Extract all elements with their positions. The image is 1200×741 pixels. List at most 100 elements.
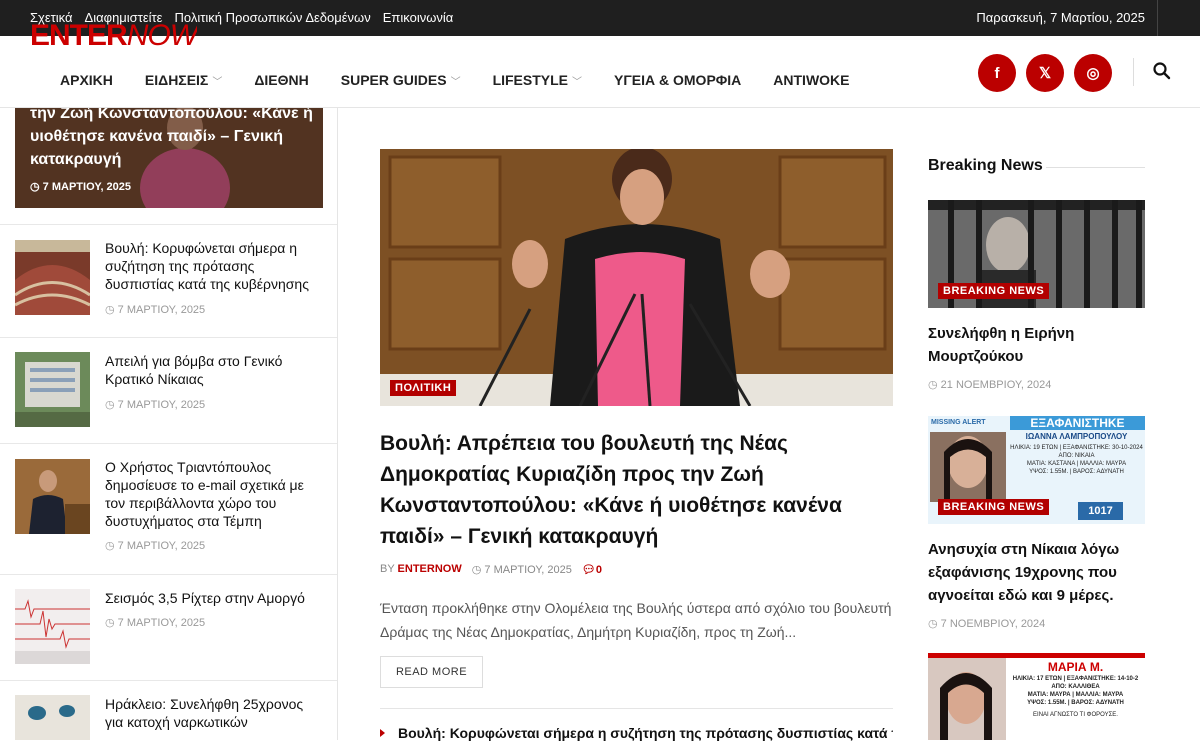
poster-header: ΕΞΑΦΑΝΙΣΤΗΚΕ [1010, 416, 1145, 430]
poster-name: ΜΑΡΙΑ Μ. [1047, 660, 1104, 674]
breaking-card-title[interactable]: Ανησυχία στη Νίκαια λόγω εξαφάνισης 19χρ… [928, 538, 1145, 607]
poster-detail-line: ΑΠΟ: ΚΑΛΛΙΘΕΑ [1051, 684, 1100, 690]
x-twitter-icon[interactable]: 𝕏 [1026, 54, 1064, 92]
breaking-tag[interactable]: BREAKING NEWS [938, 499, 1050, 515]
comments-link[interactable]: 💬︎0 [582, 563, 602, 576]
breaking-card[interactable]: ΜΑΡΙΑ Μ. ΗΛΙΚΙΑ: 17 ΕΤΩΝ | ΕΞΑΦΑΝΙΣΤΗΚΕ:… [928, 653, 1145, 740]
poster-detail-line: ΜΑΤΙΑ: ΚΑΣΤΑΝΑ | ΜΑΛΛΙΑ: ΜΑΥΡΑ [1026, 461, 1127, 467]
list-item-date: ◷ 7 ΜΑΡΤΙΟΥ, 2025 [105, 616, 205, 629]
author-link[interactable]: ENTERNOW [398, 563, 462, 575]
top-links: Σχετικά Διαφημιστείτε Πολιτική Προσωπικώ… [30, 10, 453, 25]
poster-details: ΗΛΙΚΙΑ: 19 ΕΤΩΝ | ΕΞΑΦΑΝΙΣΤΗΚΕ: 30-10-20… [1010, 444, 1143, 476]
breaking-tag[interactable]: BREAKING NEWS [938, 283, 1050, 299]
clock-icon: ◷ [928, 379, 938, 391]
poster-detail-line: ΥΨΟΣ: 1.55Μ. | ΒΑΡΟΣ: ΑΔΥΝΑΤΗ [1027, 700, 1124, 706]
top-link-advertise[interactable]: Διαφημιστείτε [85, 10, 163, 25]
category-tag[interactable]: ΠΟΛΙΤΙΚΗ [390, 380, 457, 396]
list-item-date: ◷ 7 ΜΑΡΤΙΟΥ, 2025 [105, 398, 205, 411]
list-item-title: Σεισμός 3,5 Ρίχτερ στην Αμοργό [105, 590, 305, 606]
top-link-about[interactable]: Σχετικά [30, 10, 73, 25]
hospital-thumbnail [15, 352, 90, 427]
list-item-date-text: 7 ΜΑΡΤΙΟΥ, 2025 [117, 617, 206, 629]
top-link-privacy[interactable]: Πολιτική Προσωπικών Δεδομένων [174, 10, 370, 25]
facebook-icon[interactable]: f [978, 54, 1016, 92]
nav-item-news[interactable]: ΕΙΔΗΣΕΙΣ ﹀ [145, 72, 222, 88]
divider [380, 708, 893, 709]
clock-icon: ◷ [928, 618, 938, 630]
list-item[interactable]: Σεισμός 3,5 Ρίχτερ στην Αμοργό ◷ 7 ΜΑΡΤΙ… [0, 574, 337, 680]
chevron-down-icon: ﹀ [450, 76, 461, 88]
list-item-date: ◷ 7 ΜΑΡΤΙΟΥ, 2025 [105, 539, 205, 552]
main-nav: ΑΡΧΙΚΗ ΕΙΔΗΣΕΙΣ ﹀ ΔΙΕΘΝΗ SUPER GUIDES ﹀ LI… [60, 72, 882, 88]
nav-item-health-beauty[interactable]: ΥΓΕΙΑ & ΟΜΟΡΦΙΑ [614, 72, 741, 88]
article-meta: BY ENTERNOW ◷ 7 ΜΑΡΤΙΟΥ, 2025 💬︎0 [380, 563, 602, 576]
list-item[interactable]: Ο Χρήστος Τριαντόπουλος δημοσίευσε το e-… [0, 443, 337, 574]
chevron-down-icon: ﹀ [572, 76, 583, 88]
nav-item-label: ΑΡΧΙΚΗ [60, 72, 113, 88]
breaking-card-date-text: 7 ΝΟΕΜΒΡΙΟΥ, 2024 [940, 618, 1046, 630]
heading-rule [1046, 167, 1145, 168]
breaking-card-date: ◷ 7 ΝΟΕΜΒΡΙΟΥ, 2024 [928, 617, 1145, 630]
poster-details: ΗΛΙΚΙΑ: 17 ΕΤΩΝ | ΕΞΑΦΑΝΙΣΤΗΚΕ: 14-10-2 … [1008, 675, 1143, 719]
left-sidebar: την Ζωή Κωνσταντοπούλου: «Κάνε ή υιοθέτη… [0, 108, 338, 740]
featured-article-title[interactable]: Βουλή: Απρέπεια του βουλευτή της Νέας Δη… [380, 428, 870, 552]
breaking-card-image: BREAKING NEWS [928, 200, 1145, 308]
breaking-card-title[interactable]: Συνελήφθη η Ειρήνη Μουρτζούκου [928, 322, 1145, 368]
nav-item-home[interactable]: ΑΡΧΙΚΗ [60, 72, 113, 88]
related-article-link[interactable]: Βουλή: Κορυφώνεται σήμερα η συζήτηση της… [398, 725, 893, 741]
list-item-date-text: 7 ΜΑΡΤΙΟΥ, 2025 [117, 540, 206, 552]
hero-date: ◷ 7 ΜΑΡΤΙΟΥ, 2025 [30, 180, 131, 193]
list-item[interactable]: Απειλή για βόμβα στο Γενικό Κρατικό Νίκα… [0, 337, 337, 443]
drugs-thumbnail [15, 695, 90, 740]
clock-icon: ◷ [30, 181, 40, 193]
site-logo[interactable]: ENTERNOW [30, 24, 197, 48]
nav-item-antiwoke[interactable]: ANTIWOKE [773, 72, 849, 88]
poster-name: ΙΩΑΝΝΑ ΛΑΜΠΡΟΠΟΥΛΟΥ [1025, 432, 1128, 441]
featured-article-image[interactable]: ΠΟΛΙΤΙΚΗ [380, 149, 893, 406]
list-item[interactable]: Βουλή: Κορυφώνεται σήμερα η συζήτηση της… [0, 224, 337, 337]
hero-article[interactable]: την Ζωή Κωνσταντοπούλου: «Κάνε ή υιοθέτη… [15, 108, 323, 208]
breaking-card-image: ΜΑΡΙΑ Μ. ΗΛΙΚΙΑ: 17 ΕΤΩΝ | ΕΞΑΦΑΝΙΣΤΗΚΕ:… [928, 653, 1145, 740]
nav-item-label: SUPER GUIDES [340, 72, 447, 88]
list-item-date-text: 7 ΜΑΡΤΙΟΥ, 2025 [117, 304, 206, 316]
list-item-title: Ηράκλειο: Συνελήφθη 25χρονος για κατοχή … [105, 696, 304, 730]
nav-item-super-guides[interactable]: SUPER GUIDES ﹀ [341, 72, 461, 88]
politician-thumbnail [15, 459, 90, 534]
hero-title: την Ζωή Κωνσταντοπούλου: «Κάνε ή υιοθέτη… [30, 108, 313, 168]
list-item-date: ◷ 7 ΜΑΡΤΙΟΥ, 2025 [105, 303, 205, 316]
breaking-card[interactable]: ΕΞΑΦΑΝΙΣΤΗΚΕ MISSING ALERT ΙΩΑΝΝΑ ΛΑΜΠΡΟ… [928, 416, 1145, 630]
clock-icon: ◷ [105, 399, 115, 411]
list-item-title: Ο Χρήστος Τριαντόπουλος δημοσίευσε το e-… [105, 459, 304, 529]
nav-item-lifestyle[interactable]: LIFESTYLE ﹀ [493, 72, 582, 88]
seismograph-thumbnail [15, 589, 90, 664]
missing-girl-photo [928, 658, 1006, 740]
nav-item-label: ΕΙΔΗΣΕΙΣ [144, 72, 209, 88]
clock-icon: ◷ [105, 617, 115, 629]
comment-count: 0 [595, 564, 602, 576]
parliament-thumbnail [15, 240, 90, 315]
breaking-card[interactable]: BREAKING NEWS Συνελήφθη η Ειρήνη Μουρτζο… [928, 200, 1145, 391]
byline: BY ENTERNOW [380, 563, 462, 576]
search-icon[interactable] [1152, 61, 1172, 81]
list-item[interactable]: Ηράκλειο: Συνελήφθη 25χρονος για κατοχή … [0, 680, 337, 740]
top-link-contact[interactable]: Επικοινωνία [383, 10, 454, 25]
nav-item-label: ΥΓΕΙΑ & ΟΜΟΡΦΙΑ [614, 72, 742, 88]
breaking-card-date: ◷ 21 ΝΟΕΜΒΡΙΟΥ, 2024 [928, 378, 1145, 391]
poster-detail-line: ΗΛΙΚΙΑ: 19 ΕΤΩΝ | ΕΞΑΦΑΝΙΣΤΗΚΕ: 30-10-20… [1010, 445, 1143, 451]
hero-date-text: 7 ΜΑΡΤΙΟΥ, 2025 [42, 181, 132, 193]
nav-item-international[interactable]: ΔΙΕΘΝΗ [254, 72, 308, 88]
article-date-text: 7 ΜΑΡΤΙΟΥ, 2025 [484, 564, 572, 576]
nav-item-label: LIFESTYLE [492, 72, 569, 88]
featured-image [380, 149, 893, 406]
clock-icon: ◷ [471, 564, 482, 576]
comment-icon: 💬︎ [581, 564, 596, 576]
instagram-icon[interactable]: ◎ [1074, 54, 1112, 92]
hotline-number: 1017 [1078, 502, 1123, 520]
list-item-date-text: 7 ΜΑΡΤΙΟΥ, 2025 [117, 399, 206, 411]
missing-girl-photo [930, 432, 1006, 502]
read-more-button[interactable]: READ MORE [380, 656, 483, 688]
list-item-title: Απειλή για βόμβα στο Γενικό Κρατικό Νίκα… [105, 353, 283, 387]
chevron-down-icon: ﹀ [212, 76, 223, 88]
breaking-card-date-text: 21 ΝΟΕΜΒΡΙΟΥ, 2024 [940, 379, 1052, 391]
article-date: ◷ 7 ΜΑΡΤΙΟΥ, 2025 [472, 563, 572, 576]
